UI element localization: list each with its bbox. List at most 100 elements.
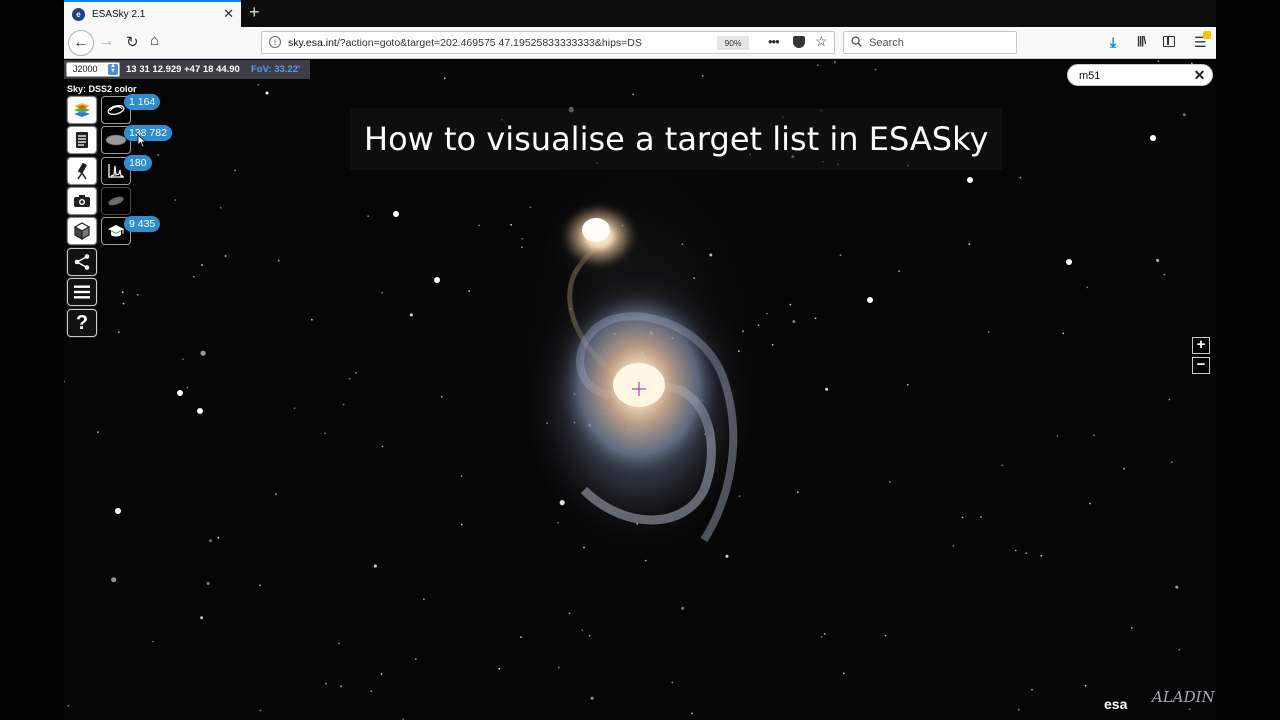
star <box>1168 398 1171 401</box>
bright-star <box>867 297 873 303</box>
star <box>817 64 819 66</box>
star <box>440 395 443 398</box>
star <box>823 633 826 635</box>
star <box>152 640 154 643</box>
coordinate-bar: J2000 ▲ ▼ 13 31 12.929 +47 18 44.90 FoV: … <box>64 60 310 79</box>
home-icon[interactable]: ⌂ <box>150 32 159 49</box>
star <box>275 493 277 495</box>
star <box>581 629 584 632</box>
observations-button[interactable] <box>67 157 97 185</box>
star <box>219 206 222 209</box>
galaxy-m51 <box>489 100 789 620</box>
help-button[interactable]: ? <box>67 309 97 337</box>
page-actions-icon[interactable]: ••• <box>768 34 780 49</box>
star <box>1093 434 1095 437</box>
star <box>1019 176 1022 179</box>
browser-window: e ESASky 2.1 ✕ + ← → ↻ ⌂ i sky.esa.int/?… <box>64 0 1216 720</box>
target-search-input[interactable]: m51 ✕ <box>1067 64 1213 86</box>
galaxy-icon <box>107 104 125 116</box>
download-icon[interactable]: ⤓ <box>1110 34 1116 51</box>
target-query: m51 <box>1079 70 1101 82</box>
cursor-coordinates: 13 31 12.929 +47 18 44.90 <box>126 64 240 75</box>
bright-star <box>967 177 973 183</box>
star <box>217 536 220 539</box>
star <box>884 634 887 637</box>
sky-viewer[interactable]: J2000 ▲ ▼ 13 31 12.929 +47 18 44.90 FoV: … <box>64 60 1216 720</box>
zoom-in-button[interactable]: + <box>1192 337 1210 354</box>
library-icon[interactable]: |||\ <box>1137 35 1146 47</box>
share-icon <box>74 254 90 270</box>
url-bar[interactable]: i sky.esa.int/?action=goto&target=202.46… <box>261 31 835 54</box>
site-info-icon[interactable]: i <box>269 36 281 48</box>
pocket-icon[interactable] <box>793 36 805 48</box>
tab-close-icon[interactable]: ✕ <box>223 6 234 22</box>
target-list-button[interactable] <box>67 217 97 245</box>
sky-layers-button[interactable] <box>67 96 97 124</box>
star <box>209 539 213 543</box>
star <box>1001 464 1004 467</box>
star <box>111 577 117 583</box>
star <box>338 642 340 645</box>
star <box>97 431 99 433</box>
sidebar-toggle-icon[interactable] <box>1163 36 1175 47</box>
star <box>987 331 990 333</box>
star <box>1182 113 1186 117</box>
star <box>839 254 842 257</box>
star <box>701 75 704 77</box>
star <box>1086 286 1089 289</box>
url-host: sky.esa.int <box>288 37 337 49</box>
star <box>1130 627 1133 629</box>
tab-esasky[interactable]: e ESASky 2.1 ✕ <box>64 0 241 27</box>
back-arrow-icon: ← <box>73 34 89 51</box>
coordinate-frame-select[interactable]: J2000 ▲ ▼ <box>66 62 120 77</box>
tab-title: ESASky 2.1 <box>92 9 146 20</box>
sky-label: Sky: DSS2 color <box>67 84 137 94</box>
zoom-level-indicator[interactable]: 90% <box>717 36 749 50</box>
reload-icon[interactable]: ↻ <box>126 33 139 51</box>
cube-icon <box>73 222 91 240</box>
star <box>814 317 817 320</box>
search-field[interactable]: Search <box>843 31 1017 54</box>
star <box>460 523 463 526</box>
star <box>370 690 373 693</box>
star <box>671 681 674 684</box>
spectra-count-badge: 180 <box>124 155 152 171</box>
new-tab-icon[interactable]: + <box>249 2 260 23</box>
star <box>1156 258 1160 262</box>
star <box>118 331 120 333</box>
url-path: /?action=goto&target=202.469575 47.19525… <box>336 37 642 49</box>
back-button[interactable]: ← <box>68 30 94 56</box>
url-text[interactable]: sky.esa.int/?action=goto&target=202.4695… <box>288 37 693 49</box>
star <box>874 68 877 71</box>
star <box>1188 708 1191 711</box>
star <box>1056 435 1059 437</box>
bookmark-star-icon[interactable]: ☆ <box>815 33 828 50</box>
star <box>588 634 591 637</box>
star <box>1017 708 1020 711</box>
menu-button[interactable] <box>67 278 97 306</box>
publications-count-badge: 9 435 <box>124 216 161 232</box>
camera-icon <box>74 195 90 207</box>
tab-strip: e ESASky 2.1 ✕ + <box>64 0 1216 27</box>
star <box>1040 554 1043 557</box>
catalogue-list-button[interactable] <box>67 126 97 154</box>
forward-arrow-icon[interactable]: → <box>98 33 114 51</box>
star <box>1062 332 1065 335</box>
star <box>796 491 799 494</box>
star <box>1025 552 1028 554</box>
zoom-out-button[interactable]: − <box>1192 357 1210 374</box>
star <box>122 302 125 305</box>
screenshot-button[interactable] <box>67 187 97 215</box>
catalogues-count-badge: 138 782 <box>124 125 172 141</box>
star <box>520 636 522 638</box>
star <box>952 545 955 547</box>
star <box>691 712 693 715</box>
star <box>355 372 357 374</box>
ssos-button[interactable] <box>101 187 131 215</box>
field-of-view: FoV: 33.22' <box>251 64 301 75</box>
star <box>557 666 560 669</box>
star <box>632 93 634 96</box>
share-button[interactable] <box>67 248 97 276</box>
update-badge-icon <box>1203 31 1211 39</box>
clear-search-icon[interactable]: ✕ <box>1192 68 1207 83</box>
